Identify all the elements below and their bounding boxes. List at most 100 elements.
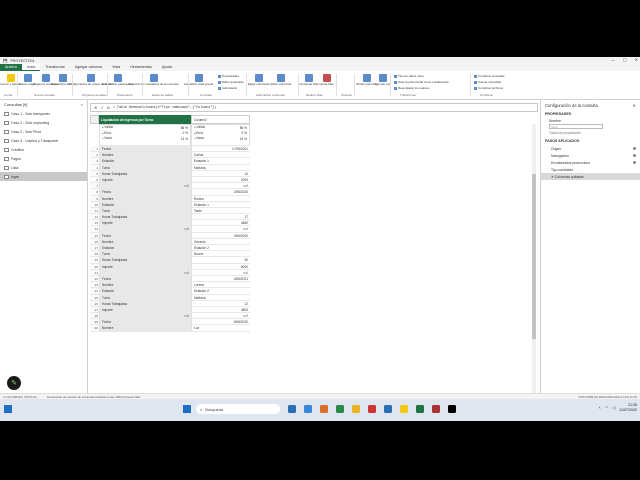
applied-step[interactable]: Encabezados promovidos — [541, 159, 640, 166]
ribbon-button-8[interactable]: Elegir columnas — [247, 74, 270, 86]
taskbar-app-icon[interactable] — [384, 405, 392, 413]
ribbon-button-5[interactable]: Administrar parámetros — [102, 74, 133, 86]
ribbon-small-button-5[interactable]: Reemplazar los valores — [394, 86, 429, 90]
tab-add-column[interactable]: Agregar columna — [70, 64, 107, 71]
taskbar-app-icon[interactable] — [448, 405, 456, 413]
windows-icon[interactable] — [183, 405, 191, 413]
query-item[interactable]: Ingre — [0, 172, 87, 181]
chevron-up-icon[interactable]: ˄ — [598, 405, 600, 410]
gear-icon[interactable] — [633, 147, 636, 150]
applied-step[interactable]: Tipo cambiado — [541, 166, 640, 173]
ribbon-small-icon — [394, 80, 397, 84]
scroll-thumb[interactable] — [532, 174, 536, 339]
taskbar-app-icon[interactable] — [320, 405, 328, 413]
taskbar-app-icon[interactable] — [288, 405, 296, 413]
save-icon[interactable]: 💾 — [3, 59, 7, 63]
ribbon-button-label: Exportar los resultados de la consulta — [128, 82, 179, 86]
ribbon-button-6[interactable]: Exportar los resultados de la consulta — [128, 74, 179, 86]
table-icon — [4, 174, 9, 179]
pen-icon[interactable]: ✎ — [7, 376, 21, 390]
column-header-1[interactable]: Liquidación de Ingresos por Turno — [99, 115, 191, 124]
ribbon-button-12[interactable]: Dividir columna — [356, 74, 377, 86]
ribbon-small-button-8[interactable]: Combinar archivos — [474, 86, 503, 90]
ribbon-separator — [298, 74, 299, 96]
ribbon-small-button-3[interactable]: Tipo de datos: Auto — [394, 74, 424, 78]
cell-col1[interactable]: Nombre — [99, 325, 191, 332]
ribbon-small-button-7[interactable]: Anexar consultas — [474, 80, 501, 84]
column-header-2[interactable]: Column2 — [191, 115, 250, 124]
clock[interactable]: 21:26 11/07/2020 — [619, 403, 637, 412]
ribbon-button-10[interactable]: Conservar filas — [299, 74, 319, 86]
query-settings-pane: Configuración de la consulta ✕ PROPIEDAD… — [540, 100, 640, 421]
close-settings-icon[interactable]: ✕ — [632, 103, 636, 108]
ribbon-small-button-1[interactable]: Editor avanzado — [218, 80, 244, 84]
status-row-count: 2 COLUMNAS, 30 FILAS — [3, 394, 37, 399]
collapse-icon[interactable]: < — [81, 102, 83, 107]
applied-step-label: Origen — [551, 146, 562, 151]
taskbar-app-icon[interactable] — [432, 405, 440, 413]
vertical-scrollbar[interactable] — [532, 124, 536, 421]
taskbar-app-icon[interactable] — [304, 405, 312, 413]
minimize-button[interactable]: — — [611, 57, 615, 62]
table-menu-icon[interactable] — [90, 115, 99, 124]
taskbar-search[interactable]: ⌕ Búsqueda — [196, 404, 280, 414]
wifi-icon[interactable]: ◠ — [605, 405, 609, 410]
tab-transform[interactable]: Transformar — [40, 64, 69, 71]
ribbon-small-button-0[interactable]: Propiedades — [218, 74, 239, 78]
ribbon-small-icon — [394, 74, 397, 78]
applied-step[interactable]: Navegación — [541, 152, 640, 159]
formula-text[interactable]: = Table.RemoveColumns(#"Tipo cambiado",{… — [113, 106, 217, 110]
query-item[interactable]: Pagos — [0, 154, 87, 163]
ribbon-button-label: Quitar filas — [319, 82, 334, 86]
row-number: 30 — [90, 325, 99, 332]
bottom-letterbox — [0, 421, 640, 480]
close-button[interactable]: ✕ — [635, 57, 638, 62]
ribbon-small-label: Editor avanzado — [222, 80, 244, 84]
query-item[interactable]: Caso 2 - Solo Pivot — [0, 127, 87, 136]
quality-empty-label: Vacío — [194, 135, 204, 142]
ribbon-small-button-2[interactable]: Administrar — [218, 86, 237, 90]
taskbar-app-icon[interactable] — [352, 405, 360, 413]
ribbon-button-icon — [378, 74, 387, 82]
tab-home[interactable]: Inicio — [21, 64, 41, 71]
gear-icon[interactable] — [633, 154, 636, 157]
maximize-button[interactable]: ▢ — [623, 57, 627, 62]
confirm-icon[interactable]: ✓ — [100, 105, 103, 110]
tab-tools[interactable]: Herramientas — [125, 64, 157, 71]
ribbon-button-icon — [304, 74, 313, 82]
ribbon-button-13[interactable]: Agrupar por — [374, 74, 391, 86]
applied-step[interactable]: Origen — [541, 145, 640, 152]
grid-header: Liquidación de Ingresos por Turno Column… — [90, 115, 250, 124]
ribbon-small-button-6[interactable]: Combinar consultas — [474, 74, 505, 78]
ribbon-button-label: Quitar columnas — [269, 82, 292, 86]
applied-step[interactable]: ✕ Columnas quitadas — [541, 173, 640, 180]
tab-file[interactable]: Archivo — [0, 64, 22, 71]
ribbon-button-11[interactable]: Quitar filas — [318, 74, 335, 86]
query-item[interactable]: Caso 3 - Unpivot y Transponer — [0, 136, 87, 145]
ribbon-button-9[interactable]: Quitar columnas — [269, 74, 292, 86]
taskbar-app-icon[interactable] — [368, 405, 376, 413]
ribbon-small-button-4[interactable]: Usar la primera fila como encabezado — [394, 80, 449, 84]
ribbon-button-7[interactable]: Actualizar vista previa — [184, 74, 213, 86]
ribbon-group-label: Reducir filas — [306, 93, 323, 97]
ribbon-button-label: Elegir columnas — [247, 82, 270, 86]
tab-view[interactable]: Vista — [107, 64, 125, 71]
cell-col2[interactable]: Luz — [191, 325, 250, 332]
taskbar-app-icon[interactable] — [336, 405, 344, 413]
query-item[interactable]: Caso 2 - Solo unpivoting — [0, 118, 87, 127]
query-item[interactable]: Caso 1 - Solo transponer — [0, 109, 87, 118]
ribbon-button-label: Agrupar por — [374, 82, 391, 86]
start-icon[interactable] — [4, 405, 12, 413]
ribbon-button-4[interactable]: Configuración de origen de datos — [68, 74, 113, 86]
formula-bar[interactable]: ✕ ✓ fx = Table.RemoveColumns(#"Tipo camb… — [90, 103, 538, 112]
taskbar-app-icon[interactable] — [400, 405, 408, 413]
cancel-icon[interactable]: ✕ — [94, 105, 97, 110]
query-item[interactable]: Créditos — [0, 145, 87, 154]
query-item[interactable]: Lista — [0, 163, 87, 172]
taskbar-app-icon[interactable] — [416, 405, 424, 413]
all-properties-link[interactable]: Todas las propiedades — [541, 129, 640, 137]
volume-icon[interactable]: ◁ — [612, 405, 615, 410]
quality-empty-pct: 14 % — [239, 136, 247, 141]
tab-help[interactable]: Ayuda — [157, 64, 177, 71]
gear-icon[interactable] — [633, 161, 636, 164]
